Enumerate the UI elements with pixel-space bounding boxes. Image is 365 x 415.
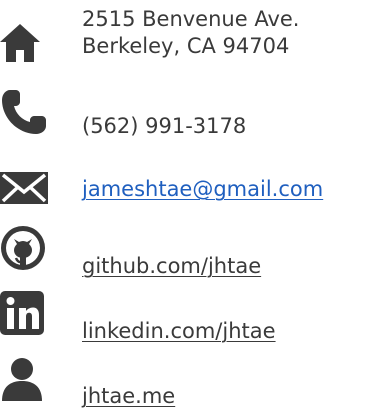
website-text: jhtae.me (82, 383, 175, 410)
address-row: 2515 Benvenue Ave. Berkeley, CA 94704 (0, 0, 365, 80)
github-row: github.com/jhtae (0, 225, 365, 285)
linkedin-link[interactable]: linkedin.com/jhtae (82, 319, 276, 343)
website-link[interactable]: jhtae.me (82, 384, 175, 408)
address-text: 2515 Benvenue Ave. Berkeley, CA 94704 (82, 6, 299, 60)
github-icon (0, 225, 64, 271)
phone-icon (0, 88, 64, 136)
address-line-1: 2515 Benvenue Ave. (82, 7, 300, 31)
contact-card: 2515 Benvenue Ave. Berkeley, CA 94704 (5… (0, 0, 365, 415)
envelope-icon (0, 172, 64, 204)
phone-text: (562) 991-3178 (82, 114, 247, 138)
email-text: jameshtae@gmail.com (82, 176, 323, 203)
address-line-2: Berkeley, CA 94704 (82, 34, 290, 58)
email-link[interactable]: jameshtae@gmail.com (82, 177, 323, 201)
home-icon (0, 22, 64, 64)
github-link[interactable]: github.com/jhtae (82, 254, 261, 278)
person-icon (0, 357, 64, 401)
phone-row: (562) 991-3178 (0, 85, 365, 150)
linkedin-text: linkedin.com/jhtae (82, 318, 276, 345)
github-text: github.com/jhtae (82, 253, 261, 280)
email-row: jameshtae@gmail.com (0, 160, 365, 220)
linkedin-icon (0, 291, 64, 335)
linkedin-row: linkedin.com/jhtae (0, 290, 365, 350)
website-row: jhtae.me (0, 355, 365, 415)
